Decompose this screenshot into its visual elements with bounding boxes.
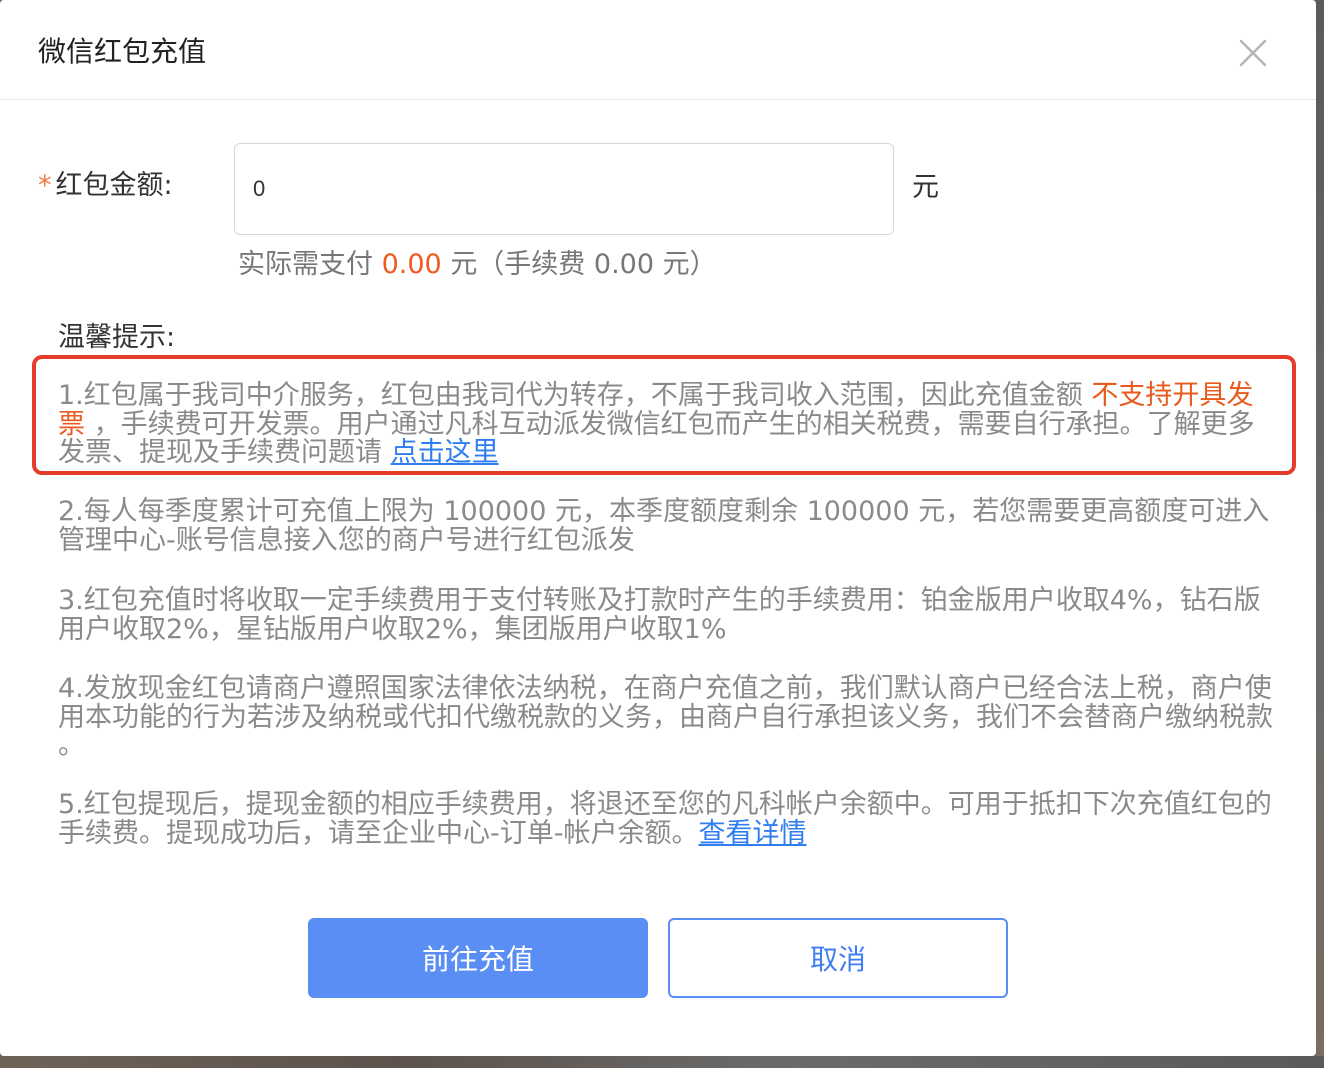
- close-icon: [1239, 39, 1267, 67]
- dialog-header: 微信红包充值: [0, 0, 1316, 100]
- unit-label: 元: [912, 172, 939, 203]
- tip-item-4: 4.发放现金红包请商户遵照国家法律依法纳税，在商户充值之前，我们默认商户已经合法…: [58, 673, 1273, 761]
- recharge-button[interactable]: 前往充值: [308, 918, 648, 998]
- page-backdrop-right: [1316, 0, 1324, 1068]
- tip1-text-b: ，手续费可开发票。用户通过凡科互动派发微信红包而产生的相关税费，需要自行承担。了…: [58, 408, 1255, 468]
- click-here-link[interactable]: 点击这里: [391, 437, 499, 468]
- tips-title: 温馨提示:: [58, 322, 176, 353]
- tip-item-5: 5.红包提现后，提现金额的相应手续费用，将退还至您的凡科帐户余额中。可用于抵扣下…: [58, 789, 1280, 849]
- required-mark: *: [38, 170, 52, 201]
- page-backdrop-bottom: [0, 1056, 1324, 1068]
- amount-input[interactable]: [234, 143, 894, 235]
- tip-item-1: 1.红包属于我司中介服务，红包由我司代为转存，不属于我司收入范围，因此充值金额 …: [58, 380, 1280, 468]
- recharge-dialog: 微信红包充值 *红包金额: 元 实际需支付 0.00 元（手续费 0.00 元）…: [0, 0, 1316, 1056]
- tip-item-2: 2.每人每季度累计可充值上限为 100000 元，本季度额度剩余 100000 …: [58, 496, 1270, 556]
- cancel-button[interactable]: 取消: [668, 918, 1008, 998]
- amount-label: * 红包金额:: [38, 166, 173, 206]
- payment-summary: 实际需支付 0.00 元（手续费 0.00 元）: [238, 245, 717, 285]
- payment-amount: 0.00: [381, 249, 442, 280]
- payment-prefix: 实际需支付: [238, 249, 373, 280]
- amount-label-text: 红包金额:: [55, 170, 173, 201]
- close-button[interactable]: [1230, 30, 1276, 76]
- dialog-title: 微信红包充值: [38, 35, 207, 68]
- view-details-link[interactable]: 查看详情: [698, 818, 806, 849]
- payment-suffix: 元（手续费 0.00 元）: [450, 249, 717, 280]
- tip-item-3: 3.红包充值时将收取一定手续费用于支付转账及打款时产生的手续费用：铂金版用户收取…: [58, 585, 1261, 645]
- tip5-text: 5.红包提现后，提现金额的相应手续费用，将退还至您的凡科帐户余额中。可用于抵扣下…: [58, 789, 1272, 849]
- tip1-text-a: 1.红包属于我司中介服务，红包由我司代为转存，不属于我司收入范围，因此充值金额: [58, 380, 1092, 411]
